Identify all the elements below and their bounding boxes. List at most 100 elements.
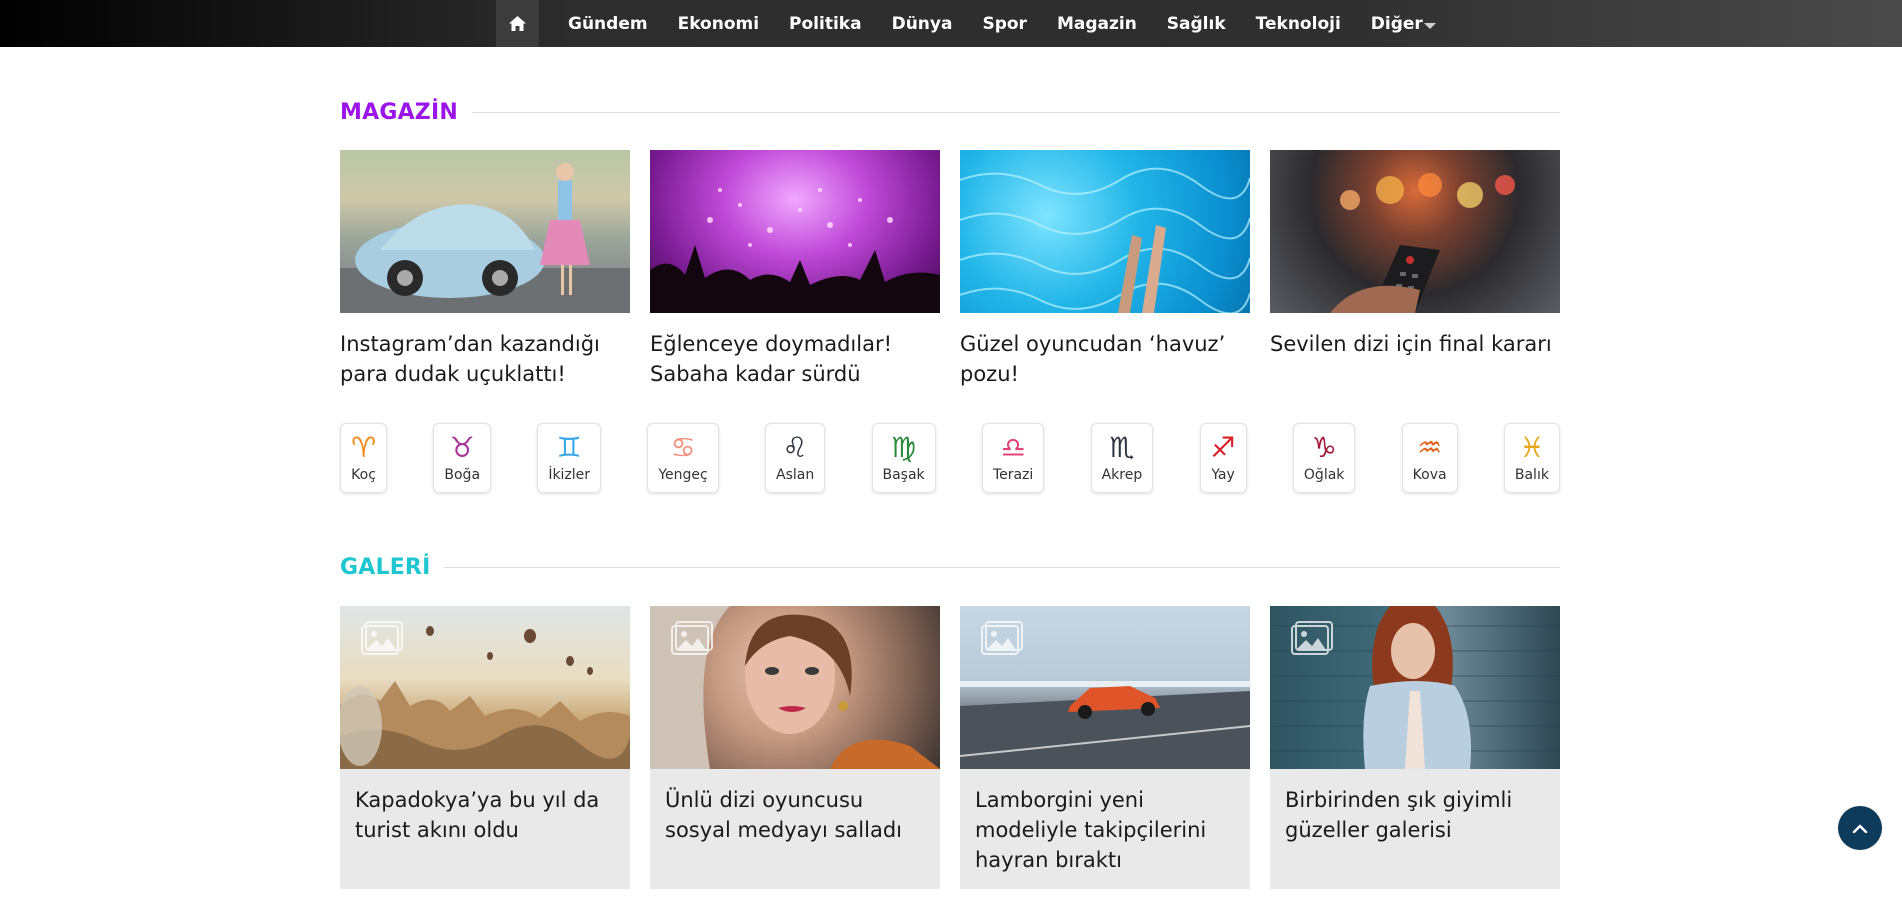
magazin-card[interactable]: Sevilen dizi için final kararı (1270, 150, 1560, 389)
gallery-image[interactable] (1270, 606, 1560, 769)
gallery-icon (361, 621, 403, 655)
news-image[interactable] (960, 150, 1250, 313)
scorpio-icon: ♏ (1109, 431, 1135, 464)
nav-label: Sağlık (1166, 13, 1226, 34)
gallery-card[interactable]: Kapadokya’ya bu yıl da turist akını oldu (340, 606, 630, 889)
horoscope-label: Aslan (776, 467, 815, 483)
magazin-card[interactable]: Eğlenceye doymadılar! Sabaha kadar sürdü (650, 150, 940, 389)
gallery-headline[interactable]: Birbirinden şık giyimli güzeller galeris… (1270, 769, 1560, 845)
horoscope-row: ♈ Koç ♉ Boğa ♊ İkizler ♋ Yengeç ♌ Aslan ♍ Başa… (340, 423, 1560, 493)
horoscope-yay[interactable]: ♐ Yay (1199, 423, 1247, 493)
horoscope-akrep[interactable]: ♏ Akrep (1090, 423, 1154, 493)
nav-label: Teknoloji (1255, 13, 1341, 34)
horoscope-label: Balık (1514, 467, 1549, 483)
sagittarius-icon: ♐ (1210, 431, 1236, 464)
gallery-image[interactable] (340, 606, 630, 769)
chevron-up-icon (1852, 824, 1868, 833)
horoscope-koc[interactable]: ♈ Koç (340, 423, 388, 493)
car-illustration (340, 163, 630, 313)
concert-illustration (650, 188, 940, 313)
nav-label: Magazin (1056, 13, 1137, 34)
news-headline[interactable]: Sevilen dizi için final kararı (1270, 329, 1560, 359)
nav-item-politika[interactable]: Politika (774, 0, 877, 47)
section-divider (444, 567, 1560, 568)
pool-illustration (960, 167, 1250, 313)
horoscope-label: Akrep (1101, 467, 1143, 483)
horoscope-label: Yengeç (658, 467, 708, 483)
horoscope-label: Yay (1211, 467, 1235, 483)
nav-label: Dünya (891, 13, 953, 34)
magazin-card[interactable]: Güzel oyuncudan ‘havuz’ pozu! (960, 150, 1250, 389)
gallery-headline[interactable]: Lamborgini yeni modeliyle takipçilerini … (960, 769, 1250, 875)
gemini-icon: ♊ (556, 431, 582, 464)
nav-label: Politika (789, 13, 862, 34)
pisces-icon: ♓ (1519, 431, 1545, 464)
news-headline[interactable]: Eğlenceye doymadılar! Sabaha kadar sürdü (650, 329, 940, 389)
horoscope-label: Terazi (992, 467, 1034, 483)
news-headline[interactable]: Instagram’dan kazandığı para dudak uçukl… (340, 329, 630, 389)
nav-label: Gündem (568, 13, 648, 34)
nav-label: Spor (982, 13, 1027, 34)
news-image[interactable] (340, 150, 630, 313)
horoscope-ikizler[interactable]: ♊ İkizler (537, 423, 602, 493)
gallery-icon (1291, 621, 1333, 655)
news-image[interactable] (650, 150, 940, 313)
news-image[interactable] (1270, 150, 1560, 313)
gallery-card[interactable]: Ünlü dizi oyuncusu sosyal medyayı sallad… (650, 606, 940, 889)
aries-icon: ♈ (351, 431, 377, 464)
gallery-headline[interactable]: Kapadokya’ya bu yıl da turist akını oldu (340, 769, 630, 845)
horoscope-boga[interactable]: ♉ Boğa (433, 423, 492, 493)
top-navigation-bar: Gündem Ekonomi Politika Dünya Spor Magaz… (0, 0, 1902, 47)
horoscope-terazi[interactable]: ♎ Terazi (981, 423, 1045, 493)
horoscope-label: Koç (351, 467, 376, 483)
horoscope-oglak[interactable]: ♑ Oğlak (1292, 423, 1356, 493)
libra-icon: ♎ (1000, 431, 1026, 464)
horoscope-kova[interactable]: ♒ Kova (1401, 423, 1458, 493)
horoscope-label: Kova (1412, 467, 1447, 483)
horoscope-yengec[interactable]: ♋ Yengeç (647, 423, 719, 493)
back-to-top-button[interactable] (1838, 806, 1882, 850)
nav-item-spor[interactable]: Spor (967, 0, 1041, 47)
nav-item-diger-dropdown[interactable]: Diğer (1356, 0, 1451, 47)
main-nav: Gündem Ekonomi Politika Dünya Spor Magaz… (496, 0, 1451, 47)
gallery-image[interactable] (960, 606, 1250, 769)
cancer-icon: ♋ (670, 431, 696, 464)
remote-illustration (1330, 173, 1515, 313)
nav-label: Ekonomi (677, 13, 760, 34)
galeri-section-header: GALERİ (340, 555, 1560, 580)
gallery-image[interactable] (650, 606, 940, 769)
nav-item-teknoloji[interactable]: Teknoloji (1241, 0, 1356, 47)
galeri-section-title[interactable]: GALERİ (340, 555, 430, 580)
galeri-grid: Kapadokya’ya bu yıl da turist akını oldu… (340, 606, 1560, 889)
horoscope-label: Başak (882, 467, 925, 483)
virgo-icon: ♍ (891, 431, 917, 464)
horoscope-label: İkizler (548, 467, 591, 483)
gallery-icon (981, 621, 1023, 655)
gallery-card[interactable]: Lamborgini yeni modeliyle takipçilerini … (960, 606, 1250, 889)
nav-item-gundem[interactable]: Gündem (553, 0, 663, 47)
home-icon (509, 16, 526, 31)
home-button[interactable] (496, 0, 539, 47)
nav-item-saglik[interactable]: Sağlık (1152, 0, 1241, 47)
nav-item-magazin[interactable]: Magazin (1042, 0, 1152, 47)
gallery-icon (671, 621, 713, 655)
horoscope-basak[interactable]: ♍ Başak (871, 423, 936, 493)
horoscope-label: Oğlak (1303, 467, 1345, 483)
nav-item-ekonomi[interactable]: Ekonomi (663, 0, 774, 47)
aquarius-icon: ♒ (1417, 431, 1443, 464)
horoscope-label: Boğa (444, 467, 481, 483)
horoscope-aslan[interactable]: ♌ Aslan (765, 423, 826, 493)
section-divider (471, 112, 1560, 113)
nav-item-dunya[interactable]: Dünya (877, 0, 968, 47)
horoscope-balik[interactable]: ♓ Balık (1503, 423, 1560, 493)
leo-icon: ♌ (782, 431, 808, 464)
capricorn-icon: ♑ (1311, 431, 1337, 464)
taurus-icon: ♉ (449, 431, 475, 464)
magazin-card[interactable]: Instagram’dan kazandığı para dudak uçukl… (340, 150, 630, 389)
magazin-news-grid: Instagram’dan kazandığı para dudak uçukl… (340, 150, 1560, 389)
magazin-section-title[interactable]: MAGAZİN (340, 100, 458, 125)
news-headline[interactable]: Güzel oyuncudan ‘havuz’ pozu! (960, 329, 1250, 389)
gallery-card[interactable]: Birbirinden şık giyimli güzeller galeris… (1270, 606, 1560, 889)
gallery-headline[interactable]: Ünlü dizi oyuncusu sosyal medyayı sallad… (650, 769, 940, 845)
magazin-section-header: MAGAZİN (340, 100, 1560, 125)
